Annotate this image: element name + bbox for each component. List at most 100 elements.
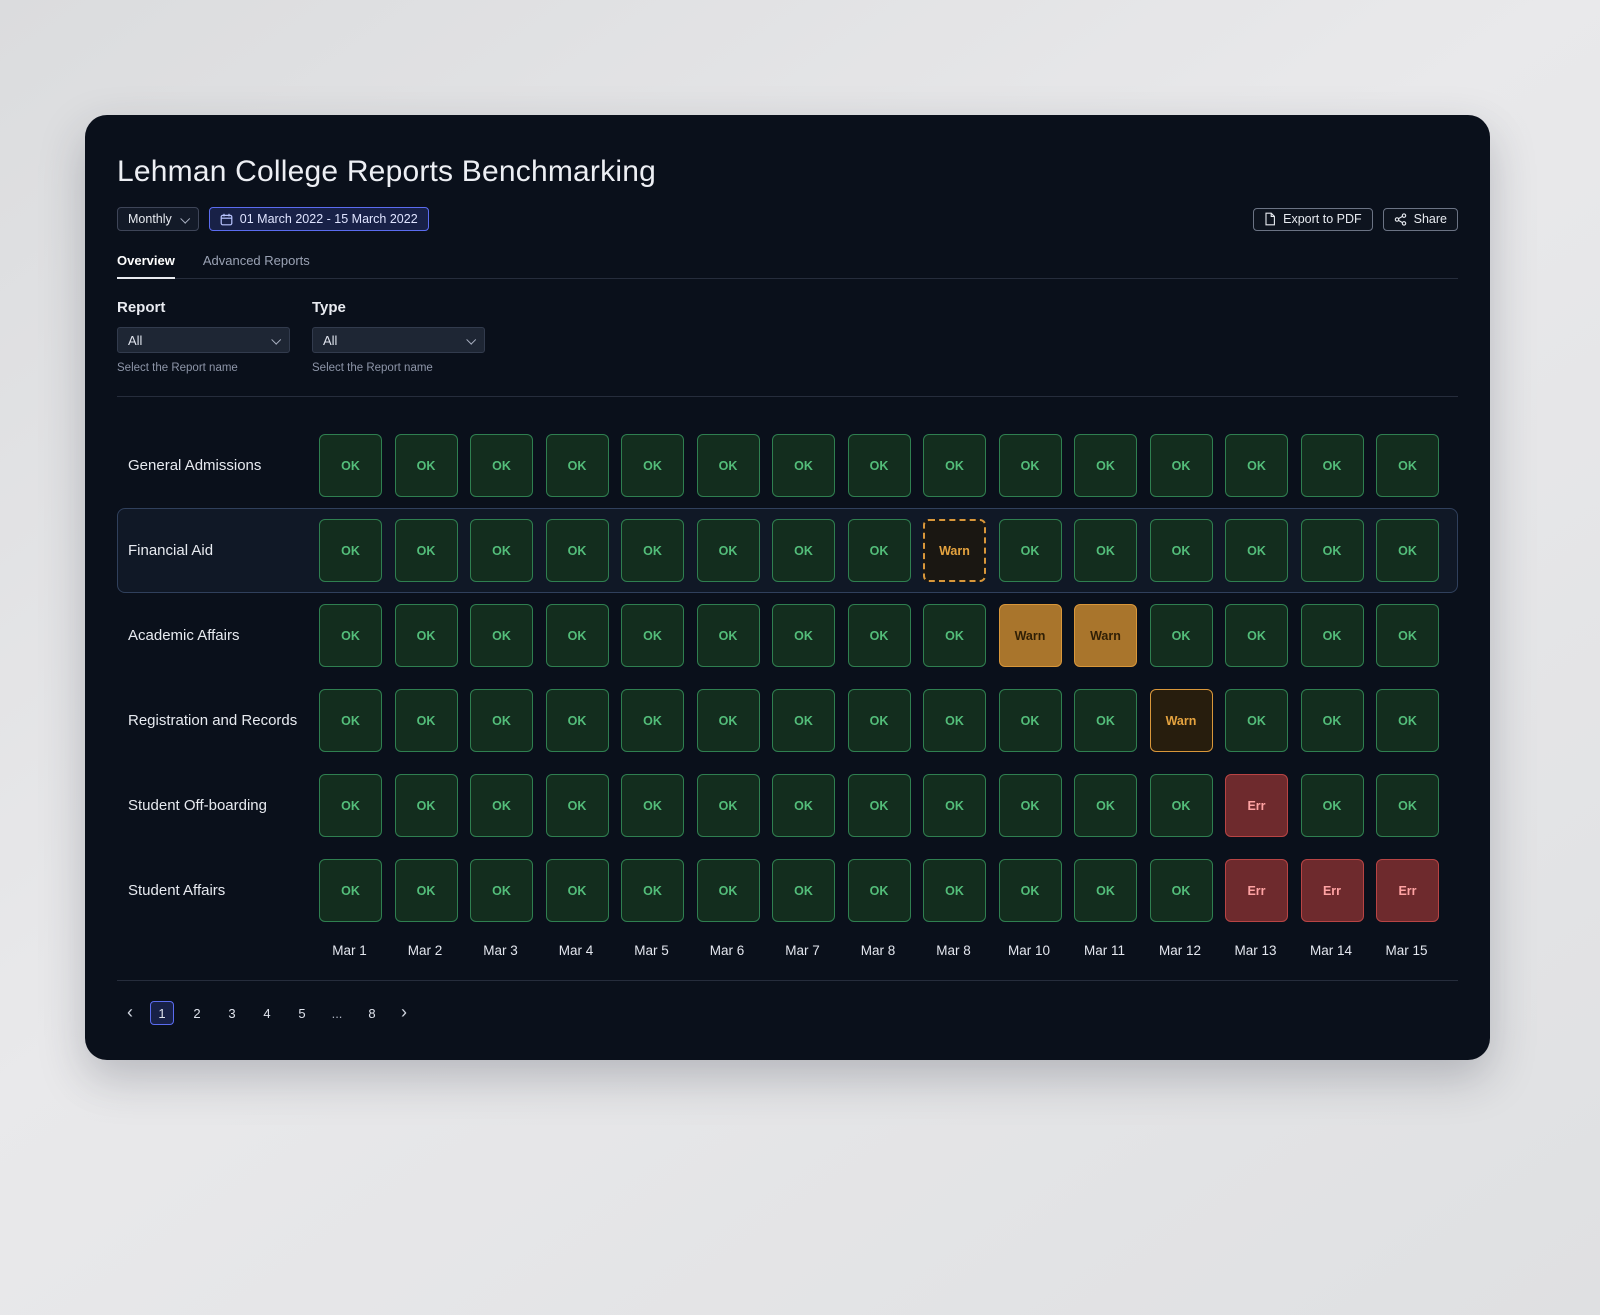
status-tile-ok[interactable]: OK	[697, 689, 760, 752]
status-tile-ok[interactable]: OK	[319, 859, 382, 922]
status-tile-ok[interactable]: OK	[1376, 689, 1439, 752]
status-tile-warn-outline[interactable]: Warn	[1150, 689, 1213, 752]
status-tile-ok[interactable]: OK	[999, 689, 1062, 752]
export-pdf-button[interactable]: Export to PDF	[1253, 208, 1373, 231]
status-tile-ok[interactable]: OK	[697, 774, 760, 837]
status-tile-ok[interactable]: OK	[772, 774, 835, 837]
status-tile-ok[interactable]: OK	[1074, 859, 1137, 922]
status-tile-ok[interactable]: OK	[621, 774, 684, 837]
status-tile-ok[interactable]: OK	[319, 604, 382, 667]
status-tile-ok[interactable]: OK	[470, 604, 533, 667]
status-tile-warn-dashed[interactable]: Warn	[923, 519, 986, 582]
type-select[interactable]: All	[312, 327, 485, 353]
status-tile-ok[interactable]: OK	[1376, 604, 1439, 667]
status-tile-ok[interactable]: OK	[772, 859, 835, 922]
status-tile-err[interactable]: Err	[1225, 774, 1288, 837]
status-tile-ok[interactable]: OK	[1074, 689, 1137, 752]
status-tile-ok[interactable]: OK	[1301, 604, 1364, 667]
status-tile-ok[interactable]: OK	[772, 434, 835, 497]
status-tile-ok[interactable]: OK	[1301, 519, 1364, 582]
status-tile-ok[interactable]: OK	[697, 434, 760, 497]
status-tile-ok[interactable]: OK	[999, 774, 1062, 837]
status-tile-ok[interactable]: OK	[319, 689, 382, 752]
status-tile-ok[interactable]: OK	[848, 604, 911, 667]
status-tile-ok[interactable]: OK	[1301, 774, 1364, 837]
status-tile-ok[interactable]: OK	[546, 689, 609, 752]
status-tile-ok[interactable]: OK	[1074, 434, 1137, 497]
tab-overview[interactable]: Overview	[117, 253, 175, 279]
status-tile-ok[interactable]: OK	[999, 859, 1062, 922]
prev-page-button[interactable]: ‹	[121, 1003, 139, 1024]
status-tile-ok[interactable]: OK	[621, 519, 684, 582]
status-tile-ok[interactable]: OK	[1225, 604, 1288, 667]
status-tile-ok[interactable]: OK	[923, 689, 986, 752]
tab-advanced-reports[interactable]: Advanced Reports	[203, 253, 310, 278]
status-tile-ok[interactable]: OK	[395, 519, 458, 582]
page-button[interactable]: 1	[150, 1001, 174, 1025]
status-tile-ok[interactable]: OK	[923, 604, 986, 667]
status-tile-ok[interactable]: OK	[395, 434, 458, 497]
status-tile-ok[interactable]: OK	[621, 434, 684, 497]
status-tile-ok[interactable]: OK	[395, 774, 458, 837]
status-tile-ok[interactable]: OK	[772, 689, 835, 752]
status-tile-ok[interactable]: OK	[848, 689, 911, 752]
status-tile-ok[interactable]: OK	[923, 774, 986, 837]
status-tile-ok[interactable]: OK	[697, 519, 760, 582]
status-tile-err[interactable]: Err	[1301, 859, 1364, 922]
status-tile-ok[interactable]: OK	[697, 604, 760, 667]
status-tile-err[interactable]: Err	[1225, 859, 1288, 922]
status-tile-ok[interactable]: OK	[1150, 859, 1213, 922]
page-button[interactable]: 5	[290, 1001, 314, 1025]
page-button[interactable]: 8	[360, 1001, 384, 1025]
status-tile-ok[interactable]: OK	[621, 689, 684, 752]
status-tile-ok[interactable]: OK	[923, 434, 986, 497]
status-tile-ok[interactable]: OK	[1150, 604, 1213, 667]
status-tile-ok[interactable]: OK	[772, 519, 835, 582]
status-tile-ok[interactable]: OK	[1301, 434, 1364, 497]
status-tile-ok[interactable]: OK	[621, 859, 684, 922]
page-button[interactable]: 4	[255, 1001, 279, 1025]
status-tile-ok[interactable]: OK	[1376, 519, 1439, 582]
status-tile-ok[interactable]: OK	[319, 434, 382, 497]
status-tile-ok[interactable]: OK	[546, 434, 609, 497]
status-tile-ok[interactable]: OK	[395, 604, 458, 667]
status-tile-ok[interactable]: OK	[1225, 434, 1288, 497]
status-tile-ok[interactable]: OK	[999, 519, 1062, 582]
grid-row[interactable]: Financial AidOKOKOKOKOKOKOKOKWarnOKOKOKO…	[117, 508, 1458, 593]
status-tile-ok[interactable]: OK	[546, 774, 609, 837]
next-page-button[interactable]: ›	[395, 1003, 413, 1024]
share-button[interactable]: Share	[1383, 208, 1458, 231]
status-tile-ok[interactable]: OK	[319, 774, 382, 837]
status-tile-ok[interactable]: OK	[1225, 689, 1288, 752]
period-dropdown[interactable]: Monthly	[117, 207, 199, 231]
status-tile-ok[interactable]: OK	[697, 859, 760, 922]
status-tile-ok[interactable]: OK	[772, 604, 835, 667]
status-tile-ok[interactable]: OK	[470, 774, 533, 837]
status-tile-ok[interactable]: OK	[848, 434, 911, 497]
status-tile-ok[interactable]: OK	[999, 434, 1062, 497]
status-tile-ok[interactable]: OK	[395, 689, 458, 752]
status-tile-ok[interactable]: OK	[470, 689, 533, 752]
status-tile-ok[interactable]: OK	[1225, 519, 1288, 582]
status-tile-ok[interactable]: OK	[848, 519, 911, 582]
status-tile-ok[interactable]: OK	[1074, 774, 1137, 837]
date-range-picker[interactable]: 01 March 2022 - 15 March 2022	[209, 207, 429, 231]
status-tile-ok[interactable]: OK	[319, 519, 382, 582]
status-tile-err[interactable]: Err	[1376, 859, 1439, 922]
status-tile-ok[interactable]: OK	[1074, 519, 1137, 582]
status-tile-ok[interactable]: OK	[546, 604, 609, 667]
status-tile-warn[interactable]: Warn	[1074, 604, 1137, 667]
status-tile-ok[interactable]: OK	[1150, 434, 1213, 497]
page-button[interactable]: 2	[185, 1001, 209, 1025]
status-tile-ok[interactable]: OK	[1301, 689, 1364, 752]
status-tile-ok[interactable]: OK	[621, 604, 684, 667]
status-tile-ok[interactable]: OK	[923, 859, 986, 922]
report-select[interactable]: All	[117, 327, 290, 353]
page-button[interactable]: 3	[220, 1001, 244, 1025]
status-tile-ok[interactable]: OK	[470, 519, 533, 582]
status-tile-ok[interactable]: OK	[470, 859, 533, 922]
status-tile-ok[interactable]: OK	[1376, 434, 1439, 497]
status-tile-ok[interactable]: OK	[848, 859, 911, 922]
status-tile-ok[interactable]: OK	[395, 859, 458, 922]
status-tile-ok[interactable]: OK	[1376, 774, 1439, 837]
